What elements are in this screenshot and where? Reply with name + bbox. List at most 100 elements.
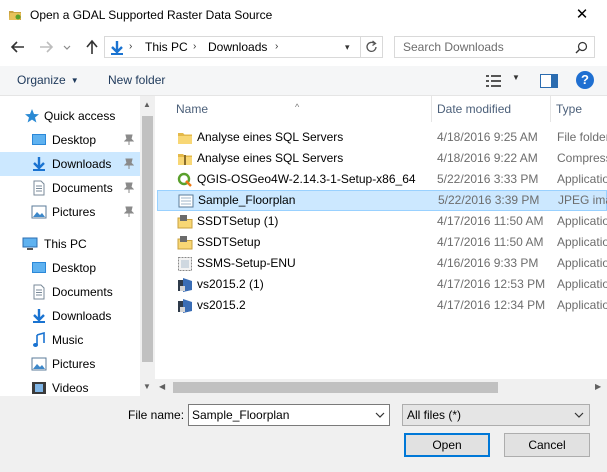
file-row[interactable]: QGIS-OSGeo4W-2.14.3-1-Setup-x86_64 5/22/… xyxy=(157,169,607,190)
search-input[interactable]: Search Downloads xyxy=(403,40,504,54)
cancel-button[interactable]: Cancel xyxy=(504,433,590,457)
nav-item-label: Downloads xyxy=(52,309,112,323)
nav-item-music[interactable]: Music xyxy=(0,328,140,352)
file-name: SSDTSetup (1) xyxy=(197,214,279,228)
pictures-icon xyxy=(31,205,47,219)
nav-pane-scrollbar[interactable]: ▲ ▼ xyxy=(140,96,155,396)
nav-item-quick-access[interactable]: Quick access xyxy=(0,104,140,128)
file-name: vs2015.2 (1) xyxy=(197,277,264,291)
pin-icon[interactable] xyxy=(124,158,134,170)
computer-icon xyxy=(22,237,38,250)
installer-icon xyxy=(177,215,193,229)
scroll-right-icon[interactable]: ▶ xyxy=(595,382,601,391)
qgis-icon xyxy=(177,172,192,187)
breadcrumb-separator: › xyxy=(129,41,133,52)
downloads-location-icon xyxy=(111,41,123,55)
view-details-icon[interactable] xyxy=(485,74,503,88)
pin-icon[interactable] xyxy=(124,182,134,194)
file-name: SSMS-Setup-ENU xyxy=(197,256,296,270)
nav-item-pictures-pinned[interactable]: Pictures xyxy=(0,200,140,224)
file-date: 4/17/2016 12:34 PM xyxy=(437,298,546,312)
breadcrumb-downloads[interactable]: Downloads xyxy=(208,40,267,54)
file-type: Application xyxy=(557,235,607,249)
scroll-up-icon[interactable]: ▲ xyxy=(143,100,151,109)
file-list-horizontal-scrollbar[interactable]: ◀ ▶ xyxy=(155,379,607,396)
refresh-button[interactable] xyxy=(360,37,382,57)
refresh-icon xyxy=(366,40,377,52)
address-history-chevron-icon[interactable]: ▾ xyxy=(345,42,350,53)
image-icon xyxy=(178,194,194,208)
file-date: 4/17/2016 11:50 AM xyxy=(437,214,544,228)
pin-icon[interactable] xyxy=(124,134,134,146)
up-button[interactable] xyxy=(83,37,101,57)
music-icon xyxy=(33,332,45,347)
file-row[interactable]: vs2015.2 (1) 4/17/2016 12:53 PM Applicat… xyxy=(157,274,607,295)
nav-item-documents[interactable]: Documents xyxy=(0,280,140,304)
app-icon xyxy=(9,11,21,20)
scroll-left-icon[interactable]: ◀ xyxy=(159,382,165,391)
column-header-name[interactable]: ^ Name xyxy=(155,96,431,122)
file-name-combobox[interactable]: Sample_Floorplan xyxy=(188,404,390,426)
file-type: Application xyxy=(557,256,607,270)
forward-button[interactable] xyxy=(37,37,55,57)
file-row[interactable]: vs2015.2 4/17/2016 12:34 PM Application xyxy=(157,295,607,316)
back-button[interactable] xyxy=(9,37,27,57)
file-type-select[interactable]: All files (*) xyxy=(402,404,590,426)
nav-item-this-pc[interactable]: This PC xyxy=(0,232,140,256)
nav-item-label: Downloads xyxy=(52,157,112,171)
file-row[interactable]: Analyse eines SQL Servers 4/18/2016 9:25… xyxy=(157,127,607,148)
file-row[interactable]: SSDTSetup 4/17/2016 11:50 AM Application xyxy=(157,232,607,253)
file-name: Analyse eines SQL Servers xyxy=(197,151,344,165)
star-icon xyxy=(25,109,39,123)
pin-icon[interactable] xyxy=(124,206,134,218)
vs-icon xyxy=(178,299,192,313)
help-icon[interactable]: ? xyxy=(576,71,594,89)
file-type: Application xyxy=(557,277,607,291)
column-header-label: Name xyxy=(176,102,209,116)
column-header-date[interactable]: Date modified xyxy=(432,96,550,122)
nav-item-label: Pictures xyxy=(52,357,96,371)
nav-item-label: This PC xyxy=(44,237,87,251)
breadcrumb-separator: › xyxy=(275,41,279,52)
nav-item-pictures[interactable]: Pictures xyxy=(0,352,140,376)
close-button[interactable]: ✕ xyxy=(571,5,593,25)
videos-icon xyxy=(32,382,46,394)
file-row-selected[interactable]: Sample_Floorplan 5/22/2016 3:39 PM JPEG … xyxy=(157,190,607,211)
scrollbar-thumb[interactable] xyxy=(173,382,498,393)
nav-item-label: Pictures xyxy=(52,205,96,219)
scrollbar-thumb[interactable] xyxy=(142,116,153,362)
preview-pane-icon[interactable] xyxy=(540,74,558,88)
arrow-right-icon xyxy=(40,41,54,53)
nav-item-downloads[interactable]: Downloads xyxy=(0,304,140,328)
file-row[interactable]: Analyse eines SQL Servers 4/18/2016 9:22… xyxy=(157,148,607,169)
file-type: Application xyxy=(557,214,607,228)
nav-item-desktop-pinned[interactable]: Desktop xyxy=(0,128,140,152)
file-row[interactable]: SSMS-Setup-ENU 4/16/2016 9:33 PM Applica… xyxy=(157,253,607,274)
recent-locations-button[interactable] xyxy=(61,37,73,57)
open-button[interactable]: Open xyxy=(404,433,490,457)
column-header-type[interactable]: Type xyxy=(551,96,607,122)
zip-folder-icon xyxy=(178,154,192,165)
file-name-input[interactable]: Sample_Floorplan xyxy=(192,408,289,422)
desktop-folder-icon xyxy=(32,134,46,145)
file-type: File folder xyxy=(557,130,607,144)
chevron-down-icon[interactable] xyxy=(375,410,385,420)
search-box[interactable]: Search Downloads xyxy=(394,36,595,58)
scroll-down-icon[interactable]: ▼ xyxy=(143,382,151,391)
organize-button[interactable]: Organize ▼ xyxy=(17,73,79,87)
file-row[interactable]: SSDTSetup (1) 4/17/2016 11:50 AM Applica… xyxy=(157,211,607,232)
nav-item-downloads-pinned[interactable]: Downloads xyxy=(0,152,140,176)
nav-item-documents-pinned[interactable]: Documents xyxy=(0,176,140,200)
address-bar[interactable]: › This PC › Downloads › ▾ xyxy=(104,36,383,58)
breadcrumb-separator: › xyxy=(193,41,197,52)
nav-item-label: Videos xyxy=(52,381,89,395)
breadcrumb-this-pc[interactable]: This PC xyxy=(145,40,188,54)
file-date: 4/17/2016 11:50 AM xyxy=(437,235,544,249)
new-folder-button[interactable]: New folder xyxy=(108,73,165,87)
documents-icon xyxy=(33,180,45,196)
close-icon: ✕ xyxy=(575,6,589,23)
documents-icon xyxy=(33,284,45,300)
nav-item-desktop[interactable]: Desktop xyxy=(0,256,140,280)
file-name: Analyse eines SQL Servers xyxy=(197,130,344,144)
view-options-caret-icon[interactable]: ▼ xyxy=(512,73,520,82)
